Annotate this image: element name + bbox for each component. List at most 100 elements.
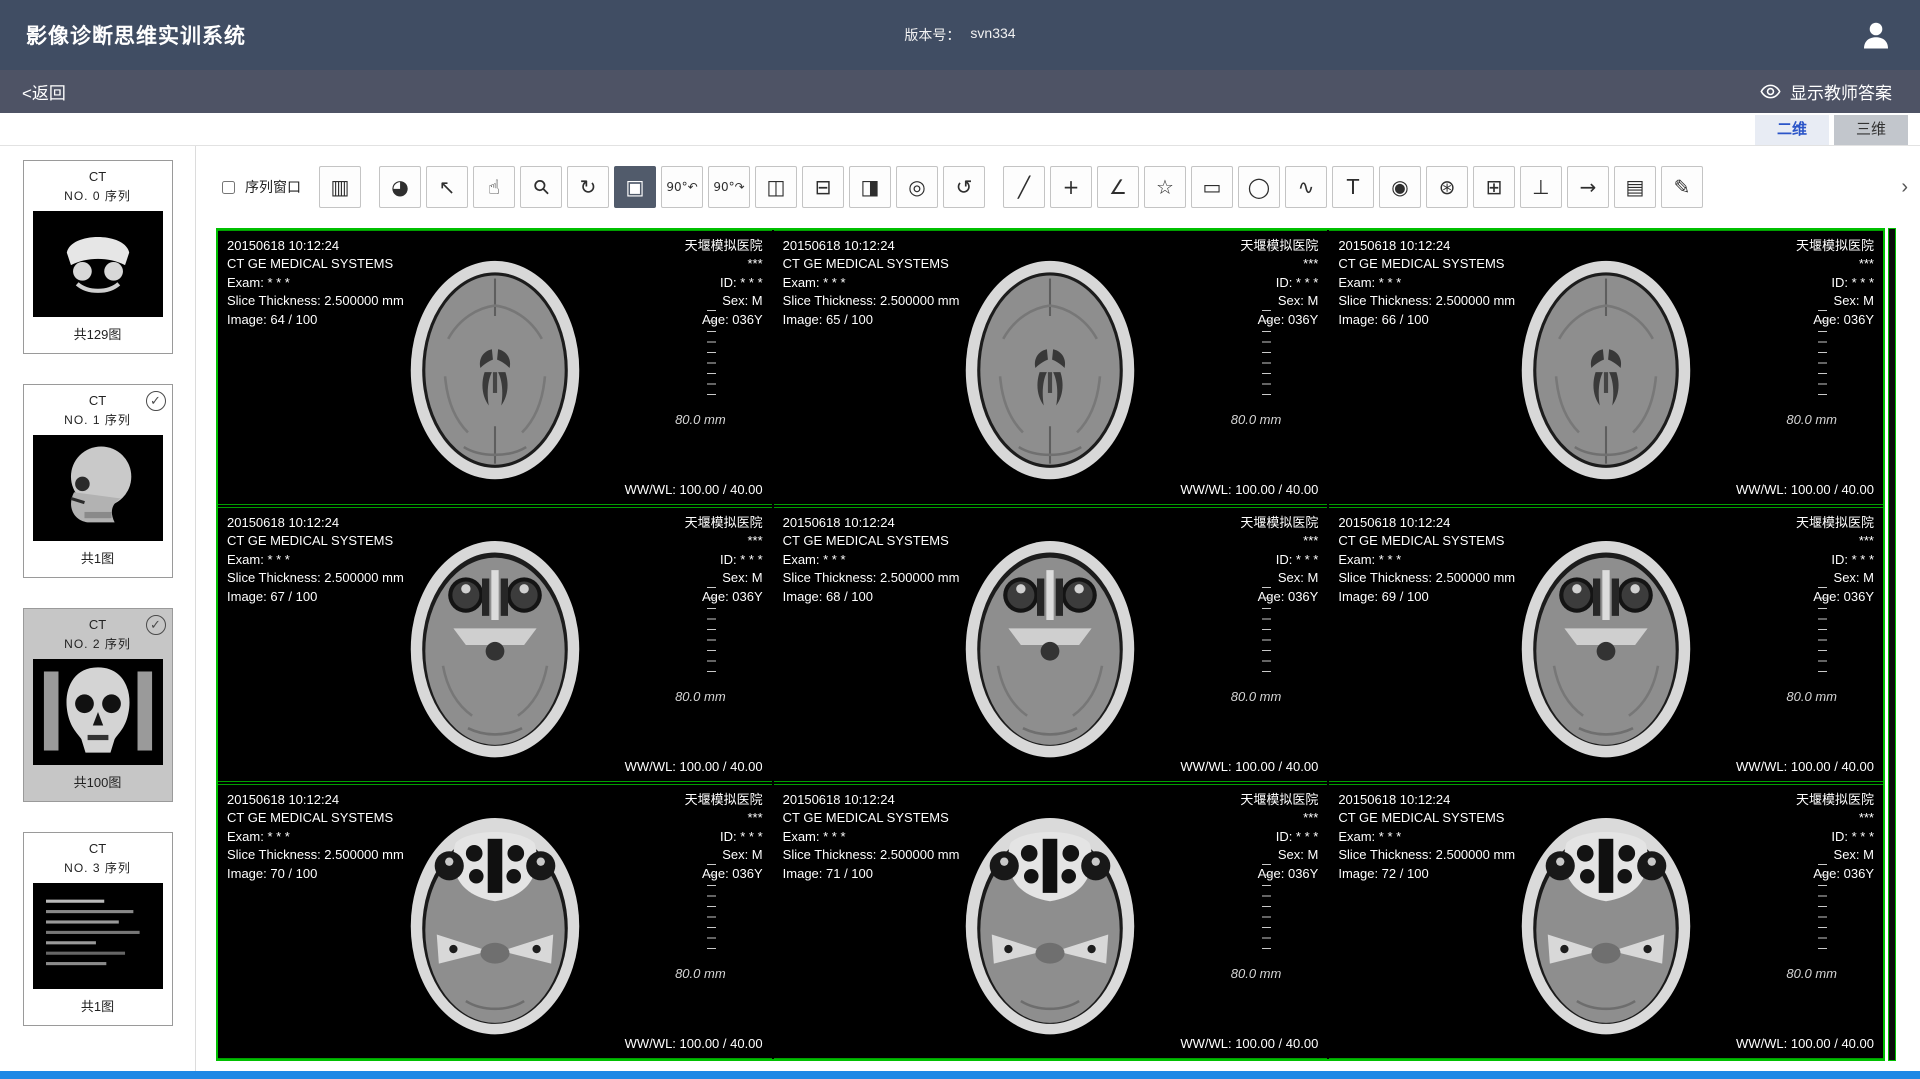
tile-sex: Sex: M: [1240, 569, 1318, 587]
pointer-icon: ↖: [439, 177, 456, 197]
tile-image-index: Image: 65 / 100: [783, 311, 960, 329]
series-window-checkbox[interactable]: [222, 181, 235, 194]
label-annotation-button[interactable]: ◉: [1379, 166, 1421, 208]
text-annotation-button[interactable]: T: [1332, 166, 1374, 208]
pan-button[interactable]: ☝: [473, 166, 515, 208]
line-measure-button[interactable]: ╱: [1003, 166, 1045, 208]
tile-thickness: Slice Thickness: 2.500000 mm: [1338, 846, 1515, 864]
viewport-tile-9[interactable]: 20150618 10:12:24 CT GE MEDICAL SYSTEMS …: [1329, 784, 1883, 1059]
rotate-left-90-button[interactable]: 90°↶: [661, 166, 703, 208]
viewport-tile-1[interactable]: 20150618 10:12:24 CT GE MEDICAL SYSTEMS …: [218, 230, 772, 505]
tile-datetime: 20150618 10:12:24: [1338, 514, 1515, 532]
scale-ruler: [1818, 864, 1827, 956]
polygon-measure-button[interactable]: ☆: [1144, 166, 1186, 208]
viewport-tile-8[interactable]: 20150618 10:12:24 CT GE MEDICAL SYSTEMS …: [774, 784, 1328, 1059]
invert-button[interactable]: ◨: [849, 166, 891, 208]
scale-ruler: [1262, 587, 1271, 679]
skull-side-thumbnail-image: [34, 435, 162, 539]
show-teacher-answer-button[interactable]: 显示教师答案: [1754, 78, 1898, 105]
tile-datetime: 20150618 10:12:24: [783, 791, 960, 809]
tile-info-right: 天堰模拟医院 *** ID: * * * Sex: M Age: 036Y: [685, 791, 763, 883]
toolbar-collapse-button[interactable]: ›: [1897, 176, 1912, 199]
cross-measure-button[interactable]: +: [1050, 166, 1092, 208]
tile-sex: Sex: M: [685, 292, 763, 310]
ct-slice-image: [946, 797, 1154, 1047]
tab-2d[interactable]: 二维: [1755, 115, 1829, 145]
tile-manufacturer: CT GE MEDICAL SYSTEMS: [1338, 809, 1515, 827]
viewport-tile-6[interactable]: 20150618 10:12:24 CT GE MEDICAL SYSTEMS …: [1329, 507, 1883, 782]
scale-label: 80.0 mm: [675, 412, 726, 427]
user-avatar-button[interactable]: [1858, 17, 1894, 53]
series-card-1[interactable]: ✓ CT NO. 1 序列 共1图: [23, 384, 173, 578]
point-annotation-button[interactable]: ⊛: [1426, 166, 1468, 208]
tile-info-right: 天堰模拟医院 *** ID: * * * Sex: M Age: 036Y: [685, 514, 763, 606]
zoom-button[interactable]: ⚲: [520, 166, 562, 208]
reset-button[interactable]: ↺: [943, 166, 985, 208]
tile-masked: ***: [685, 532, 763, 550]
tile-hospital: 天堰模拟医院: [1240, 237, 1318, 255]
wwwl-label: WW/WL: 100.00 / 40.00: [1180, 1036, 1318, 1051]
layout-button[interactable]: ▥: [319, 166, 361, 208]
tile-sex: Sex: M: [1240, 292, 1318, 310]
tile-hospital: 天堰模拟医院: [685, 791, 763, 809]
tile-image-index: Image: 70 / 100: [227, 865, 404, 883]
scale-label: 80.0 mm: [1231, 966, 1282, 981]
tile-info-left: 20150618 10:12:24 CT GE MEDICAL SYSTEMS …: [227, 514, 404, 606]
flip-horizontal-button[interactable]: ◫: [755, 166, 797, 208]
scale-label: 80.0 mm: [675, 689, 726, 704]
pseudo-color-button[interactable]: ◎: [896, 166, 938, 208]
window-level-button[interactable]: ◕: [379, 166, 421, 208]
viewport-tile-3[interactable]: 20150618 10:12:24 CT GE MEDICAL SYSTEMS …: [1329, 230, 1883, 505]
series-card-2[interactable]: ✓ CT NO. 2 序列 共100图: [23, 608, 173, 802]
layout-icon: ▥: [331, 177, 350, 197]
wwwl-label: WW/WL: 100.00 / 40.00: [1180, 482, 1318, 497]
tile-manufacturer: CT GE MEDICAL SYSTEMS: [227, 532, 404, 550]
region-zoom-button[interactable]: ▣: [614, 166, 656, 208]
comment-button[interactable]: ▤: [1614, 166, 1656, 208]
viewport-tile-5[interactable]: 20150618 10:12:24 CT GE MEDICAL SYSTEMS …: [774, 507, 1328, 782]
grid-button[interactable]: ⊞: [1473, 166, 1515, 208]
curve-roi-icon: ∿: [1298, 177, 1315, 197]
tile-datetime: 20150618 10:12:24: [783, 237, 960, 255]
flip-vertical-icon: ⊟: [815, 177, 832, 197]
viewport-tile-2[interactable]: 20150618 10:12:24 CT GE MEDICAL SYSTEMS …: [774, 230, 1328, 505]
check-icon: ✓: [146, 615, 166, 635]
viewer-scrollbar[interactable]: [1888, 228, 1896, 1061]
tile-thickness: Slice Thickness: 2.500000 mm: [783, 569, 960, 587]
back-button[interactable]: <返回: [22, 79, 66, 104]
flip-vertical-button[interactable]: ⊟: [802, 166, 844, 208]
series-card-0[interactable]: CT NO. 0 序列 共129图: [23, 160, 173, 354]
angle-measure-icon: ∠: [1109, 177, 1127, 197]
curve-roi-button[interactable]: ∿: [1285, 166, 1327, 208]
series-sidebar: CT NO. 0 序列 共129图 ✓ CT NO. 1 序列 共1图 ✓ CT: [0, 146, 196, 1071]
scale-ruler: [707, 864, 716, 956]
viewport-tile-7[interactable]: 20150618 10:12:24 CT GE MEDICAL SYSTEMS …: [218, 784, 772, 1059]
rotate-right-90-button[interactable]: 90°↷: [708, 166, 750, 208]
rotate-button[interactable]: ↻: [567, 166, 609, 208]
series-card-3[interactable]: CT NO. 3 序列 共1图: [23, 832, 173, 1026]
series-modality: CT: [30, 841, 166, 856]
arrow-annotation-button[interactable]: →: [1567, 166, 1609, 208]
ellipse-roi-button[interactable]: ◯: [1238, 166, 1280, 208]
orthogonal-button[interactable]: ⊥: [1520, 166, 1562, 208]
tile-sex: Sex: M: [1796, 846, 1874, 864]
tile-hospital: 天堰模拟医院: [685, 514, 763, 532]
tile-age: Age: 036Y: [1240, 865, 1318, 883]
scale-ruler: [707, 310, 716, 402]
rectangle-roi-icon: ▭: [1203, 177, 1222, 197]
pointer-button[interactable]: ↖: [426, 166, 468, 208]
horizontal-scrollbar[interactable]: [0, 1071, 1920, 1079]
viewport-tile-4[interactable]: 20150618 10:12:24 CT GE MEDICAL SYSTEMS …: [218, 507, 772, 782]
eraser-icon: ✎: [1674, 177, 1691, 197]
user-icon: [1858, 17, 1894, 53]
tile-age: Age: 036Y: [1796, 865, 1874, 883]
tile-masked: ***: [1796, 255, 1874, 273]
eraser-button[interactable]: ✎: [1661, 166, 1703, 208]
angle-measure-button[interactable]: ∠: [1097, 166, 1139, 208]
tile-info-left: 20150618 10:12:24 CT GE MEDICAL SYSTEMS …: [783, 514, 960, 606]
tab-3d[interactable]: 三维: [1834, 115, 1908, 145]
tile-info-right: 天堰模拟医院 *** ID: * * * Sex: M Age: 036Y: [1240, 237, 1318, 329]
version-label: 版本号：: [904, 25, 960, 45]
rectangle-roi-button[interactable]: ▭: [1191, 166, 1233, 208]
ct-slice-image: [946, 520, 1154, 770]
